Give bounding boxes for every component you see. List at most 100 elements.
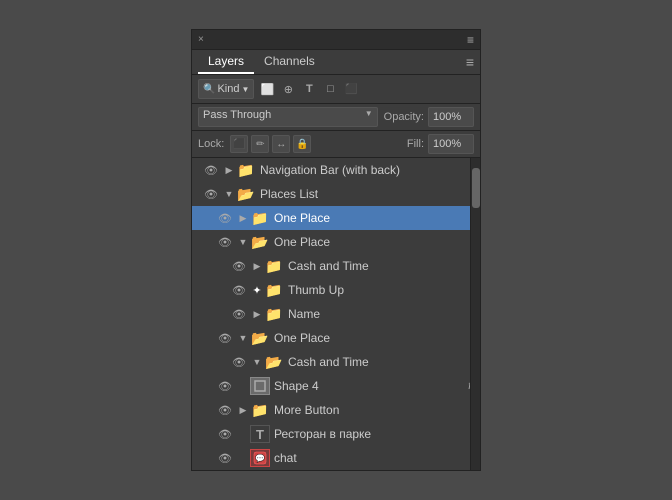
visibility-toggle[interactable]: 👁 [200,158,222,182]
visibility-toggle[interactable]: 👁 [214,422,236,446]
layer-item[interactable]: 👁 ▶ 📁 Cash and Time [192,254,480,278]
folder-icon: 📁 [265,258,282,275]
layer-name: More Button [274,403,476,417]
smart-filter-icon[interactable]: ⬛ [342,80,360,98]
layer-item[interactable]: 👁 ▼ 📂 Places List [192,182,480,206]
opacity-input[interactable]: 100% [428,107,474,127]
layer-item[interactable]: 👁 ▼ 📂 One Place [192,230,480,254]
tabs-row: Layers Channels ≡ [192,50,480,75]
lock-image-icon[interactable]: ✏ [251,135,269,153]
lock-label: Lock: [198,138,224,150]
pixel-filter-icon[interactable]: ⬜ [258,80,276,98]
layer-name: Ресторан в парке [274,427,476,441]
layer-name: Navigation Bar (with back) [260,163,476,177]
lock-row: Lock: ⬛ ✏ ↔ 🔒 Fill: 100% [192,131,480,158]
visibility-toggle[interactable]: 👁 [214,398,236,422]
layer-item[interactable]: 👁 ▼ 📂 One Place [192,326,480,350]
layer-thumbnail: 📁 [264,257,284,275]
close-icon[interactable]: × [198,34,204,45]
filter-icons: ⬜ ⊕ T □ ⬛ [258,80,360,98]
lock-position-icon[interactable]: ↔ [272,135,290,153]
layer-name: One Place [274,331,476,345]
layer-item[interactable]: 👁 ▶ Shape 4 fx [192,374,480,398]
blend-mode-value: Pass Through [203,109,271,121]
lock-all-icon[interactable]: 🔒 [293,135,311,153]
fill-input[interactable]: 100% [428,134,474,154]
expand-arrow[interactable]: ▶ [250,302,264,326]
folder-icon: 📂 [251,330,268,347]
expand-arrow[interactable]: ▼ [236,326,250,350]
layer-name: chat [274,451,476,465]
layer-name: One Place [274,211,476,225]
layers-panel: × ≡ Layers Channels ≡ 🔍 Kind ▼ ⬜ ⊕ T □ ⬛… [191,29,481,471]
kind-label: Kind [217,83,239,95]
expand-arrow[interactable]: ▼ [222,182,236,206]
layer-name: One Place [274,235,476,249]
folder-icon: 📁 [237,162,254,179]
layer-item[interactable]: 👁 ▶ T Ресторан в парке [192,422,480,446]
blend-mode-dropdown[interactable]: Pass Through ▼ [198,107,378,127]
layer-name: Shape 4 [274,379,464,393]
visibility-toggle[interactable]: 👁 [228,278,250,302]
panel-title-bar: × ≡ [192,30,480,50]
folder-icon: 📂 [251,234,268,251]
tab-channels[interactable]: Channels [254,50,325,74]
layer-item[interactable]: 👁 ▶ 📁 Navigation Bar (with back) [192,158,480,182]
expand-arrow[interactable]: ▶ [222,158,236,182]
expand-arrow[interactable]: ▼ [250,350,264,374]
layer-thumbnail: 📂 [264,353,284,371]
layer-thumbnail: T [250,425,270,443]
expand-arrow[interactable]: ▶ [250,254,264,278]
fill-label: Fill: [407,138,424,150]
kind-dropdown[interactable]: 🔍 Kind ▼ [198,79,254,99]
visibility-toggle[interactable]: 👁 [228,254,250,278]
layer-name: Cash and Time [288,259,476,273]
folder-icon: 📁 [251,402,268,419]
layer-item[interactable]: 👁 ▶ 📁 More Button [192,398,480,422]
layer-thumbnail: 📁 [236,161,256,179]
layer-thumbnail: 📂 [250,233,270,251]
layers-list: 👁 ▶ 📁 Navigation Bar (with back) 👁 ▼ 📂 P… [192,158,480,470]
layers-container: 👁 ▶ 📁 Navigation Bar (with back) 👁 ▼ 📂 P… [192,158,480,470]
adjustment-filter-icon[interactable]: ⊕ [279,80,297,98]
blend-row: Pass Through ▼ Opacity: 100% [192,104,480,131]
layer-thumbnail: 📁 [264,281,284,299]
toolbar-row: 🔍 Kind ▼ ⬜ ⊕ T □ ⬛ [192,75,480,104]
panel-menu-icon[interactable]: ≡ [467,33,474,47]
type-filter-icon[interactable]: T [300,80,318,98]
shape-filter-icon[interactable]: □ [321,80,339,98]
layer-name: Thumb Up [288,283,476,297]
lock-icons: ⬛ ✏ ↔ 🔒 [230,135,311,153]
visibility-toggle[interactable]: 👁 [214,206,236,230]
folder-icon: 📁 [265,282,282,299]
layer-item[interactable]: 👁 ✦ 📁 Thumb Up [192,278,480,302]
expand-arrow[interactable]: ▼ [236,230,250,254]
layer-item[interactable]: 👁 ▶ 💬 chat [192,446,480,470]
layer-thumbnail: 💬 [250,449,270,467]
visibility-toggle[interactable]: 👁 [214,374,236,398]
layer-item[interactable]: 👁 ▼ 📂 Cash and Time [192,350,480,374]
visibility-toggle[interactable]: 👁 [214,446,236,470]
folder-icon: 📁 [251,210,268,227]
tab-layers[interactable]: Layers [198,50,254,74]
lock-transparent-icon[interactable]: ⬛ [230,135,248,153]
scrollbar-thumb[interactable] [472,168,480,208]
visibility-toggle[interactable]: 👁 [228,350,250,374]
visibility-toggle[interactable]: 👁 [214,326,236,350]
folder-icon: 📂 [237,186,254,203]
tabs-menu-icon[interactable]: ≡ [466,54,474,70]
expand-arrow[interactable]: ▶ [236,398,250,422]
scrollbar[interactable] [470,158,480,470]
layer-thumbnail: 📁 [250,209,270,227]
layer-item[interactable]: 👁 ▶ 📁 One Place [192,206,480,230]
visibility-toggle[interactable]: 👁 [200,182,222,206]
visibility-toggle[interactable]: 👁 [228,302,250,326]
layer-name: Name [288,307,476,321]
expand-arrow[interactable]: ✦ [250,278,264,302]
layer-thumbnail: 📁 [250,401,270,419]
chevron-down-icon: ▼ [241,85,249,94]
folder-icon: 📁 [265,306,282,323]
expand-arrow[interactable]: ▶ [236,206,250,230]
layer-item[interactable]: 👁 ▶ 📁 Name [192,302,480,326]
visibility-toggle[interactable]: 👁 [214,230,236,254]
